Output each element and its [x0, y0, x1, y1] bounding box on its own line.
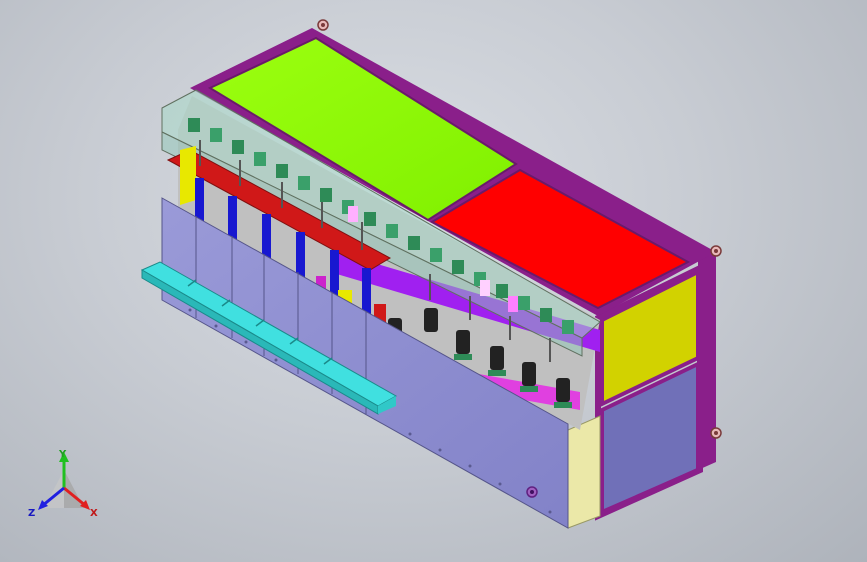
orientation-triad[interactable]: Y X Z [28, 449, 98, 519]
z-axis-label: Z [28, 508, 35, 519]
front-corner-post [567, 415, 601, 529]
x-axis-label: X [90, 508, 98, 519]
connector-port-icon [526, 486, 538, 498]
cad-viewport[interactable]: Y X Z [0, 0, 867, 562]
machine-model[interactable] [140, 19, 722, 529]
hanger-eye-icon [317, 19, 329, 31]
y-axis-label: Y [58, 449, 67, 460]
hanger-eye-icon [710, 245, 722, 257]
hanger-eye-icon [710, 427, 722, 439]
